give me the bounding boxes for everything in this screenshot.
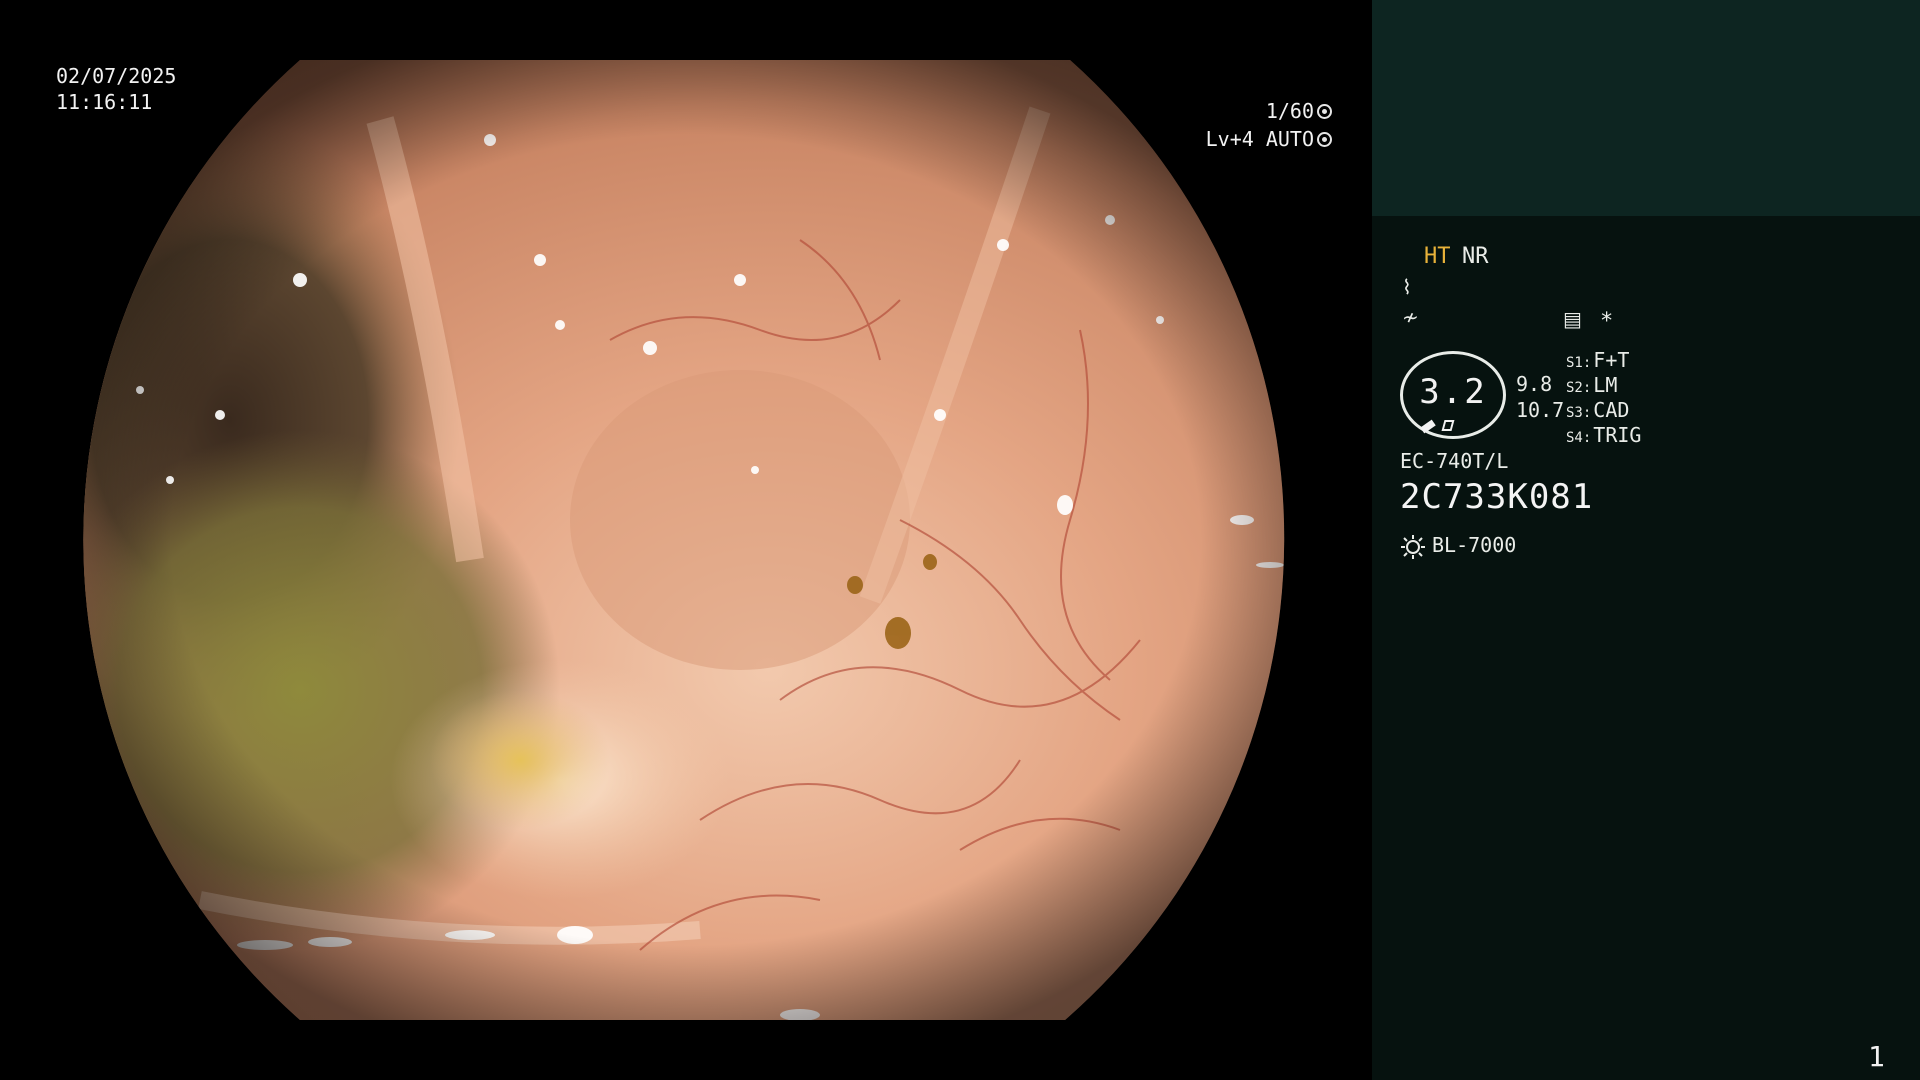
ht-label: HT <box>1424 244 1451 269</box>
light-source-text: BL-7000 <box>1432 533 1517 557</box>
enhance-icon: ≁ <box>1402 305 1419 329</box>
asterisk-indicator: * <box>1600 309 1614 334</box>
switch-s1: S1: F+T <box>1566 348 1629 372</box>
switch-value: F+T <box>1593 348 1630 372</box>
endoscope-view: 02/07/2025 11:16:11 1/60 Lv+4 AUTO <box>0 0 1372 1080</box>
scope-serial: 2C733K081 <box>1400 477 1594 517</box>
switch-value: TRIG <box>1593 423 1642 447</box>
magnification-indicator: 3.2 <box>1400 351 1506 439</box>
tone-curve-icon: ⌇ <box>1402 275 1412 299</box>
iris-text: Lv+4 AUTO <box>1205 127 1314 151</box>
exposure-info: 1/60 Lv+4 AUTO <box>1206 97 1332 153</box>
value-upper: 9.8 <box>1516 372 1553 396</box>
switch-value: CAD <box>1593 398 1630 422</box>
switch-value: LM <box>1593 373 1618 397</box>
shutter-text: 1/60 <box>1265 99 1314 123</box>
value-lower: 10.7 <box>1516 398 1565 422</box>
switch-key: S4: <box>1566 430 1592 446</box>
switch-s3: S3: CAD <box>1566 398 1629 422</box>
switch-s2: S2: LM <box>1566 373 1617 397</box>
shutter-row: 1/60 <box>1206 97 1332 125</box>
iris-row: Lv+4 AUTO <box>1206 125 1332 153</box>
switch-key: S1: <box>1566 355 1592 371</box>
light-source: BL-7000 <box>1400 533 1516 560</box>
endoscopic-image <box>83 60 1285 1020</box>
switch-s4: S4: TRIG <box>1566 423 1641 447</box>
scope-model: EC-740T/L <box>1400 449 1509 473</box>
freeze-icon: ▤ <box>1563 307 1582 331</box>
switch-key: S3: <box>1566 405 1592 421</box>
nr-label: NR <box>1462 244 1489 269</box>
scope-frame-icon <box>1441 420 1455 431</box>
iris-icon <box>1317 132 1332 147</box>
light-source-icon <box>1401 534 1425 559</box>
scope-marker-icon <box>1420 419 1436 434</box>
panel-header-area <box>1372 0 1920 216</box>
page-number: 1 <box>1868 1040 1885 1073</box>
magnification-value: 3.2 <box>1419 372 1487 412</box>
switch-key: S2: <box>1566 380 1592 396</box>
date-text: 02/07/2025 <box>56 64 177 88</box>
time-text: 11:16:11 <box>56 90 153 114</box>
shutter-icon <box>1317 104 1332 119</box>
date-time: 02/07/2025 11:16:11 <box>56 63 176 115</box>
